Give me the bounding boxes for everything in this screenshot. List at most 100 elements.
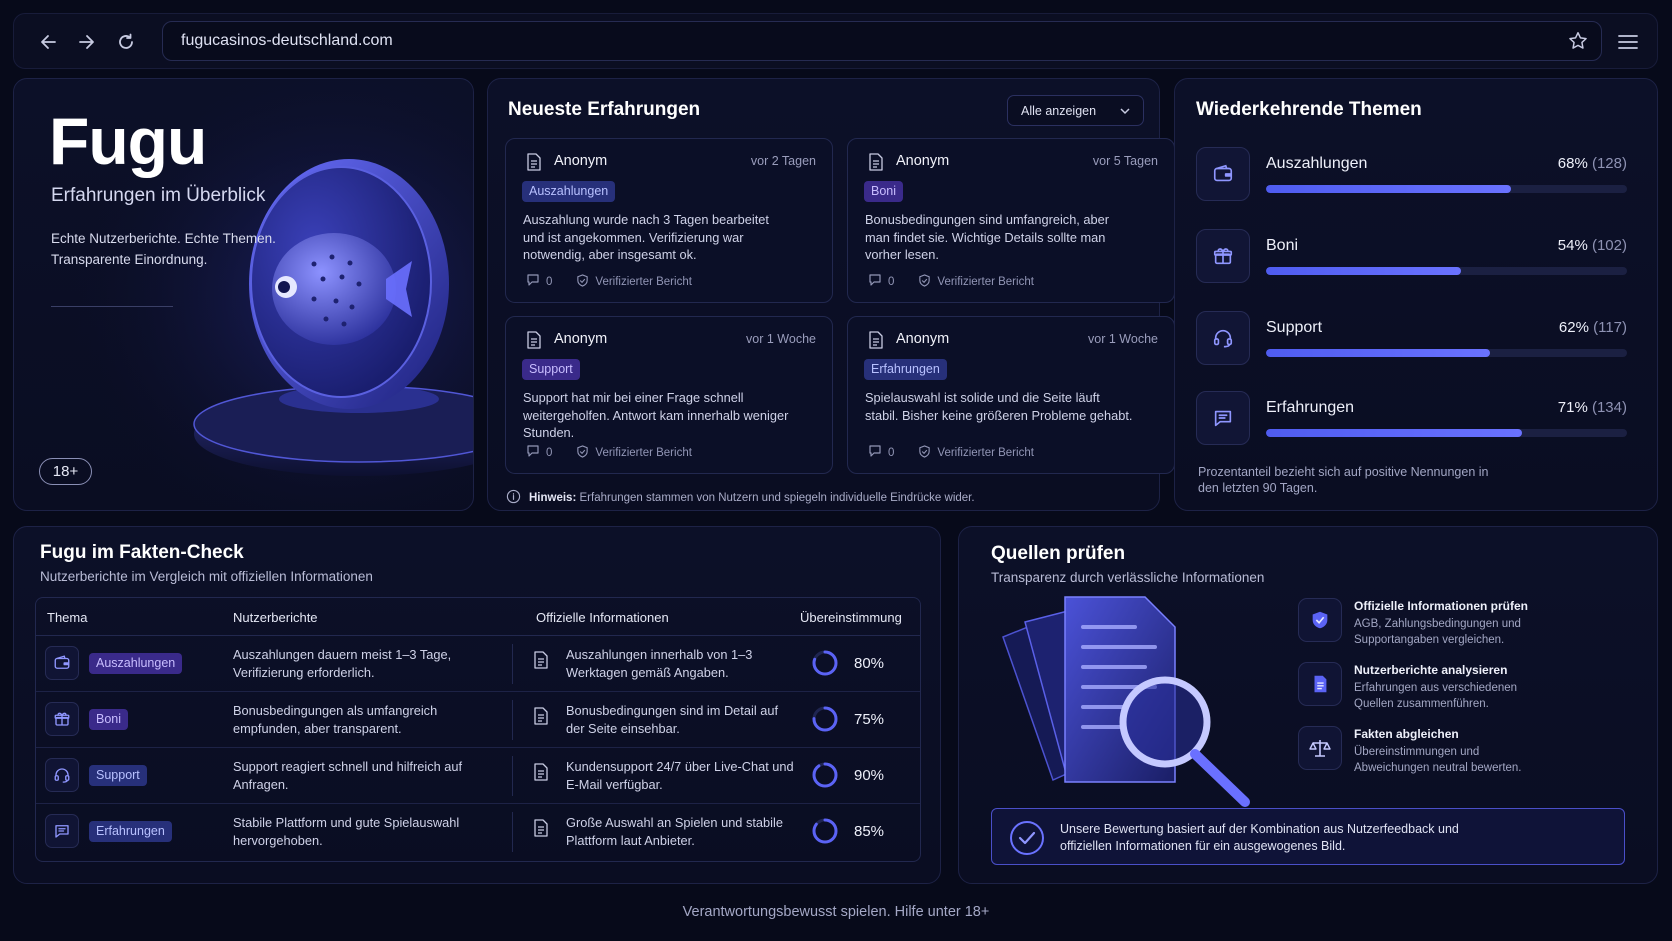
chat-icon xyxy=(45,814,79,848)
table-row[interactable]: Support Support reagiert schnell und hilf… xyxy=(36,748,920,804)
user-report-text: Support reagiert schnell und hilfreich a… xyxy=(233,759,463,792)
hero-description: Echte Nutzerberichte. Echte Themen. Tran… xyxy=(51,231,276,267)
match-ring xyxy=(810,704,840,739)
headset-icon xyxy=(45,758,79,792)
user-report-text: Auszahlungen dauern meist 1–3 Tage, Veri… xyxy=(233,647,452,680)
header-uebereinstimmung: Übereinstimmung xyxy=(800,610,902,625)
hamburger-menu-icon[interactable] xyxy=(1615,29,1641,55)
source-description: AGB, Zahlungsbedingungen und Supportanga… xyxy=(1354,618,1521,646)
table-row[interactable]: Auszahlungen Auszahlungen dauern meist 1–… xyxy=(36,636,920,692)
user-report-text: Stabile Plattform und gute Spielauswahl … xyxy=(233,815,460,848)
comment-icon[interactable] xyxy=(526,273,540,290)
theme-row[interactable]: Boni 54% (102) xyxy=(1196,229,1628,285)
sources-subtitle: Transparenz durch verlässliche Informati… xyxy=(991,570,1265,585)
theme-count: (117) xyxy=(1593,319,1627,336)
review-tag[interactable]: Auszahlungen xyxy=(522,181,616,202)
source-title: Nutzerberichte analysieren xyxy=(1354,663,1508,677)
theme-progress-bar xyxy=(1266,349,1627,357)
summary-text: Unsere Bewertung basiert auf der Kombina… xyxy=(1060,822,1459,853)
theme-label: Support xyxy=(1266,319,1323,336)
theme-progress-bar xyxy=(1266,267,1627,275)
comment-count: 0 xyxy=(546,446,553,459)
match-percent: 85% xyxy=(854,823,885,840)
document-icon xyxy=(526,331,542,354)
review-card[interactable]: Anonym vor 1 Woche Support Support hat mir … xyxy=(505,316,833,474)
gift-icon xyxy=(1196,229,1250,283)
arrow-left-icon[interactable] xyxy=(36,29,62,55)
official-info-text: Bonusbedingungen sind im Detail auf der … xyxy=(566,703,779,736)
verified-icon xyxy=(918,273,931,290)
arrow-right-icon[interactable] xyxy=(73,29,99,55)
document-icon xyxy=(868,331,884,354)
match-ring xyxy=(810,816,840,851)
topic-tag[interactable]: Erfahrungen xyxy=(89,821,172,842)
review-time: vor 1 Woche xyxy=(746,332,816,346)
header-nutzerberichte: Nutzerberichte xyxy=(233,610,318,625)
document-icon xyxy=(533,763,549,786)
document-icon xyxy=(1298,662,1342,706)
hero-title: Fugu xyxy=(49,104,207,178)
review-author: Anonym xyxy=(896,331,950,347)
official-info-text: Auszahlungen innerhalb von 1–3 Werktagen… xyxy=(566,647,753,680)
theme-progress-fill xyxy=(1266,349,1490,357)
theme-percent: 62% (117) xyxy=(1559,319,1627,336)
factcheck-title: Fugu im Fakten-Check xyxy=(40,542,244,563)
review-tag[interactable]: Boni xyxy=(864,181,904,202)
theme-row[interactable]: Support 62% (117) xyxy=(1196,311,1628,367)
review-card[interactable]: Anonym vor 1 Woche Erfahrungen Spielauswahl… xyxy=(847,316,1175,474)
column-divider xyxy=(512,644,513,684)
review-tag[interactable]: Erfahrungen xyxy=(864,359,947,380)
source-description: Übereinstimmungen und Abweichungen neutr… xyxy=(1354,746,1522,774)
match-percent: 90% xyxy=(854,767,885,784)
column-divider xyxy=(512,756,513,796)
match-ring xyxy=(810,760,840,795)
review-author: Anonym xyxy=(896,153,950,169)
comment-count: 0 xyxy=(546,275,553,288)
theme-label: Erfahrungen xyxy=(1266,399,1355,416)
header-offizielle-informationen: Offizielle Informationen xyxy=(536,610,669,625)
url-text[interactable]: fugucasinos-deutschland.com xyxy=(181,32,393,50)
theme-progress-fill xyxy=(1266,185,1512,193)
theme-row[interactable]: Auszahlungen 68% (128) xyxy=(1196,147,1628,203)
hint-text: Erfahrungen stammen von Nutzern und spie… xyxy=(579,492,975,504)
comment-icon[interactable] xyxy=(526,444,540,461)
footer-text: Verantwortungsbewusst spielen. Hilfe unt… xyxy=(682,904,990,920)
topic-tag[interactable]: Support xyxy=(89,765,147,786)
sources-title: Quellen prüfen xyxy=(991,543,1126,564)
star-icon[interactable] xyxy=(1567,30,1589,57)
table-row[interactable]: Boni Bonusbedingungen als umfangreich emp… xyxy=(36,692,920,748)
review-tag[interactable]: Support xyxy=(522,359,580,380)
topic-tag[interactable]: Auszahlungen xyxy=(89,653,183,674)
filter-dropdown[interactable]: Alle anzeigen xyxy=(1007,95,1144,126)
factcheck-table: Thema Nutzerberichte Offizielle Informat… xyxy=(35,597,921,862)
review-author: Anonym xyxy=(554,153,608,169)
column-divider xyxy=(512,700,513,740)
address-bar[interactable]: fugucasinos-deutschland.com xyxy=(162,21,1602,61)
comment-icon[interactable] xyxy=(868,444,882,461)
theme-row[interactable]: Erfahrungen 71% (134) xyxy=(1196,391,1628,447)
review-card[interactable]: Anonym vor 5 Tagen Boni Bonusbedingungen si… xyxy=(847,138,1175,303)
verified-label: Verifizierter Bericht xyxy=(937,446,1034,459)
comment-icon[interactable] xyxy=(868,273,882,290)
official-info-text: Kundensupport 24/7 über Live-Chat und E-… xyxy=(566,759,794,792)
chat-icon xyxy=(1196,391,1250,445)
hero-card: Fugu Erfahrungen im Überblick Echte Nutz… xyxy=(13,78,474,511)
review-card[interactable]: Anonym vor 2 Tagen Auszahlungen Auszahlung … xyxy=(505,138,833,303)
source-description: Erfahrungen aus verschiedenen Quellen zu… xyxy=(1354,682,1518,710)
theme-percent-value: 54% xyxy=(1557,237,1588,254)
age-badge: 18+ xyxy=(39,458,92,485)
topic-tag[interactable]: Boni xyxy=(89,709,129,730)
document-icon xyxy=(533,651,549,674)
gift-icon xyxy=(45,702,79,736)
review-time: vor 5 Tagen xyxy=(1092,154,1158,168)
theme-percent-value: 68% xyxy=(1557,155,1588,172)
table-row[interactable]: Erfahrungen Stabile Plattform und gute Sp… xyxy=(36,804,920,860)
review-footer: 0 Verifizierter Bericht xyxy=(526,273,692,290)
theme-progress-bar xyxy=(1266,429,1627,437)
user-report-text: Bonusbedingungen als umfangreich empfund… xyxy=(233,703,438,736)
official-info-text: Große Auswahl an Spielen und stabile Pla… xyxy=(566,815,783,848)
theme-progress-fill xyxy=(1266,267,1461,275)
reload-icon[interactable] xyxy=(113,29,139,55)
themes-title: Wiederkehrende Themen xyxy=(1196,99,1422,120)
theme-percent-value: 62% xyxy=(1558,319,1589,336)
